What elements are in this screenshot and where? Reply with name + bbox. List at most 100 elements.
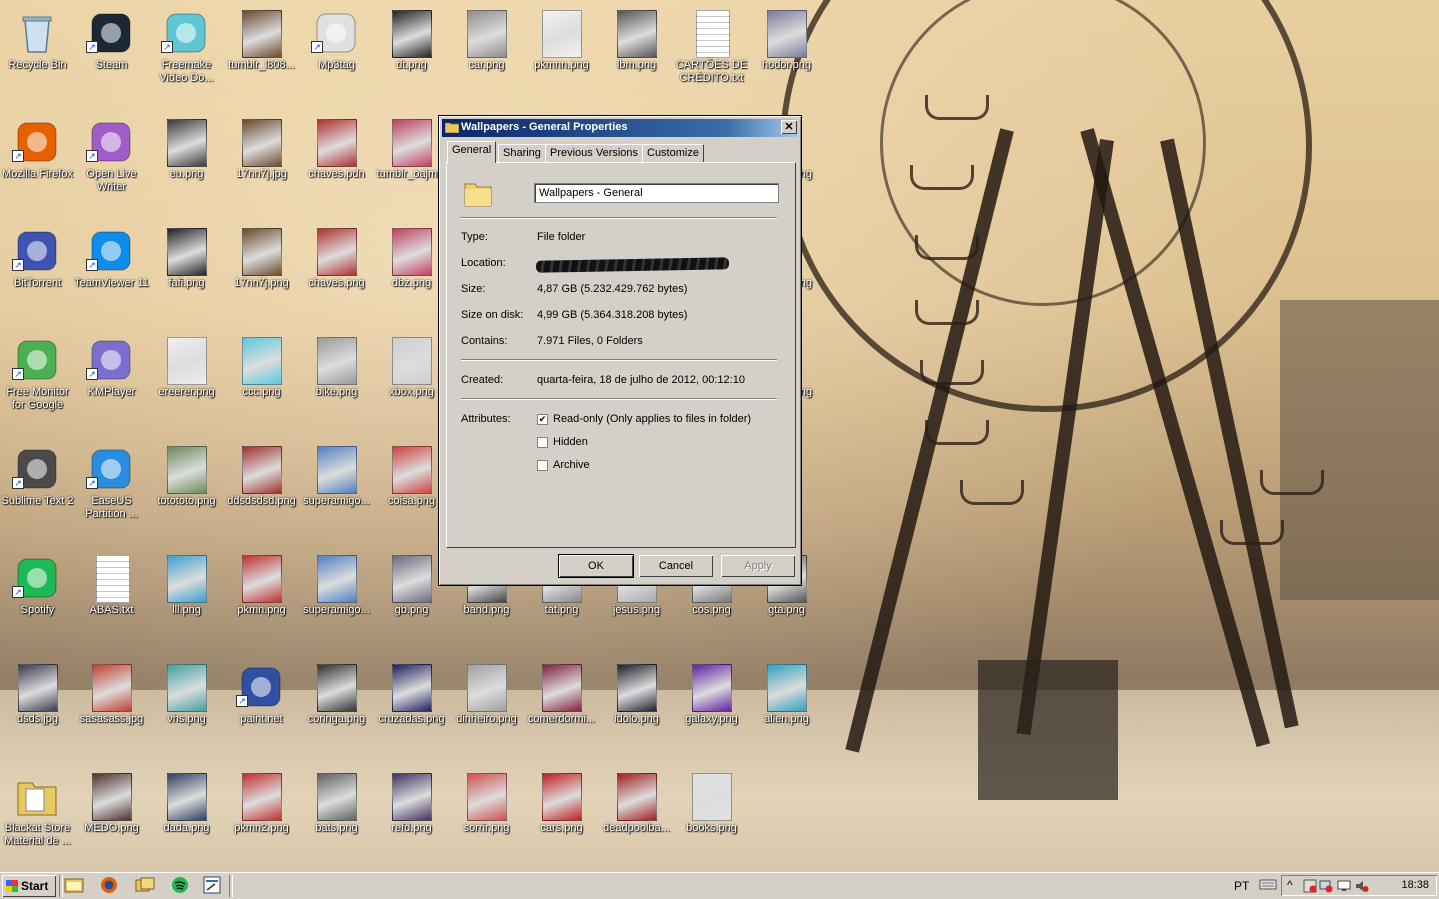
desktop-icon[interactable]: ↗ paint.net <box>224 659 299 759</box>
desktop-icon[interactable]: cars.png <box>524 768 599 868</box>
read-only-label[interactable]: Read-only (Only applies to files in fold… <box>553 413 751 425</box>
desktop-icon[interactable]: ↗ TeamViewer 11 <box>74 223 149 323</box>
desktop-icon[interactable]: dinheiro.png <box>449 659 524 759</box>
desktop-icon[interactable]: dada.png <box>149 768 224 868</box>
desktop-icon[interactable]: ABAS.txt <box>74 550 149 650</box>
desktop-icon[interactable]: alien.png <box>749 659 824 759</box>
wallpaper-building <box>1280 300 1439 600</box>
network-icon[interactable] <box>1319 879 1333 893</box>
desktop-icon[interactable]: sorrir.png <box>449 768 524 868</box>
desktop-icon[interactable]: 17nn7j.jpg <box>224 114 299 214</box>
desktop-icon[interactable]: ↗ Mp3tag <box>299 5 374 105</box>
image-thumbnail <box>392 119 432 167</box>
desktop-icon[interactable]: superamigo... <box>299 550 374 650</box>
desktop-icon[interactable]: vhs.png <box>149 659 224 759</box>
desktop-icon[interactable]: ccc.png <box>224 332 299 432</box>
desktop-icon[interactable]: bike.png <box>299 332 374 432</box>
apply-button[interactable]: Apply <box>721 555 795 577</box>
desktop-icon[interactable]: superamigo... <box>299 441 374 541</box>
desktop-icon[interactable]: hodor.png <box>749 5 824 105</box>
cancel-button[interactable]: Cancel <box>639 555 713 577</box>
tab-customize[interactable]: Customize <box>642 144 704 162</box>
show-hidden-icons-icon[interactable]: ^ <box>1287 879 1301 893</box>
tab-sharing[interactable]: Sharing <box>498 144 546 162</box>
explorer-icon[interactable] <box>64 876 86 896</box>
desktop-icon[interactable]: chaves.pdn <box>299 114 374 214</box>
desktop-icon[interactable]: MEDO.png <box>74 768 149 868</box>
desktop-icon[interactable]: pkmn.png <box>224 550 299 650</box>
desktop-icon-label: ddsdsdsd.png <box>227 495 296 507</box>
desktop-icon[interactable]: ↗ Sublime Text 2 <box>0 441 75 541</box>
desktop-icon[interactable]: ddsdsdsd.png <box>224 441 299 541</box>
dialog-titlebar[interactable]: Wallpapers - General Properties ✕ <box>442 119 798 137</box>
desktop-icon[interactable]: deadpoolba... <box>599 768 674 868</box>
archive-checkbox[interactable] <box>537 460 548 471</box>
desktop-icon[interactable]: cruzadas.png <box>374 659 449 759</box>
desktop-icon-label: Freemake Video Do... <box>159 59 214 84</box>
desktop-icon[interactable]: bats.png <box>299 768 374 868</box>
desktop-icon[interactable]: refd.png <box>374 768 449 868</box>
desktop-icon[interactable]: ↗ Open Live Writer <box>74 114 149 214</box>
desktop-icon[interactable]: sasasass.jpg <box>74 659 149 759</box>
desktop-icon[interactable]: ↗ Mozilla Firefox <box>0 114 75 214</box>
desktop-icon[interactable]: totototo.png <box>149 441 224 541</box>
desktop-icon[interactable]: ↗ EaseUS Partition ... <box>74 441 149 541</box>
desktop-icon[interactable]: Recycle Bin <box>0 5 75 105</box>
archive-label[interactable]: Archive <box>553 459 590 471</box>
desktop-icon[interactable]: Blackat Store Material de ... <box>0 768 75 868</box>
desktop-icon[interactable]: idolo.png <box>599 659 674 759</box>
desktop-icon-label: gb.png <box>394 604 429 616</box>
desktop-icon[interactable]: comerdormi... <box>524 659 599 759</box>
hidden-label[interactable]: Hidden <box>553 436 588 448</box>
desktop-icon[interactable]: ↗ KMPlayer <box>74 332 149 432</box>
volume-muted-icon[interactable] <box>1355 879 1369 893</box>
folders-icon[interactable] <box>135 876 157 896</box>
desktop-icon[interactable]: ↗ Freemake Video Do... <box>149 5 224 105</box>
tab-previous-versions[interactable]: Previous Versions <box>545 144 644 162</box>
security-alert-icon[interactable] <box>1303 879 1317 893</box>
desktop-icon[interactable]: lbm.png <box>599 5 674 105</box>
image-thumbnail <box>467 664 507 712</box>
display-icon[interactable] <box>1337 879 1351 893</box>
hidden-checkbox[interactable] <box>537 437 548 448</box>
tab-general[interactable]: General <box>447 141 497 163</box>
desktop-icon[interactable]: lll.png <box>149 550 224 650</box>
desktop-icon[interactable]: dsds.jpg <box>0 659 75 759</box>
desktop-icon[interactable]: coringa.png <box>299 659 374 759</box>
properties-icon[interactable] <box>202 876 224 896</box>
image-thumbnail <box>242 119 282 167</box>
desktop-icon[interactable]: eu.png <box>149 114 224 214</box>
desktop-icon[interactable]: tumblr_l808... <box>224 5 299 105</box>
desktop-icon-label: cruzadas.png <box>378 713 445 725</box>
firefox-icon[interactable] <box>99 876 121 896</box>
spotify-icon[interactable] <box>170 876 192 896</box>
desktop-icon[interactable]: ↗ BitTorrent <box>0 223 75 323</box>
start-button[interactable]: Start <box>2 875 56 897</box>
clock[interactable]: 18:38 <box>1401 879 1429 891</box>
desktop-icon[interactable]: ↗ Free Monitor for Google <box>0 332 75 432</box>
desktop-icon[interactable]: ↗ Steam <box>74 5 149 105</box>
size-label: Size: <box>461 283 486 295</box>
desktop-icon-label: books.png <box>686 822 737 834</box>
desktop-icon[interactable]: books.png <box>674 768 749 868</box>
desktop-icon-label: lbm.png <box>616 59 657 71</box>
desktop-icon[interactable]: pkmn2.png <box>224 768 299 868</box>
desktop-icon[interactable]: ereerer.png <box>149 332 224 432</box>
close-button[interactable]: ✕ <box>781 120 797 134</box>
desktop-icon[interactable]: car.png <box>449 5 524 105</box>
desktop-icon[interactable]: galaxy.png <box>674 659 749 759</box>
folder-name-input[interactable] <box>534 183 779 203</box>
ok-button[interactable]: OK <box>558 554 634 578</box>
language-indicator[interactable]: PT <box>1234 879 1249 893</box>
desktop-icon[interactable]: dt.png <box>374 5 449 105</box>
general-tab-panel <box>446 162 796 548</box>
desktop-icon[interactable]: CARTÕES DE CRÉDITO.txt <box>674 5 749 105</box>
desktop-icon[interactable]: 17nn7j.png <box>224 223 299 323</box>
desktop-icon[interactable]: pkmnn.png <box>524 5 599 105</box>
read-only-checkbox[interactable]: ✔ <box>537 414 548 425</box>
attributes-label: Attributes: <box>461 413 511 425</box>
keyboard-icon[interactable] <box>1259 876 1281 896</box>
desktop-icon[interactable]: ↗ Spotify <box>0 550 75 650</box>
desktop-icon[interactable]: chaves.png <box>299 223 374 323</box>
desktop-icon[interactable]: fafi.png <box>149 223 224 323</box>
